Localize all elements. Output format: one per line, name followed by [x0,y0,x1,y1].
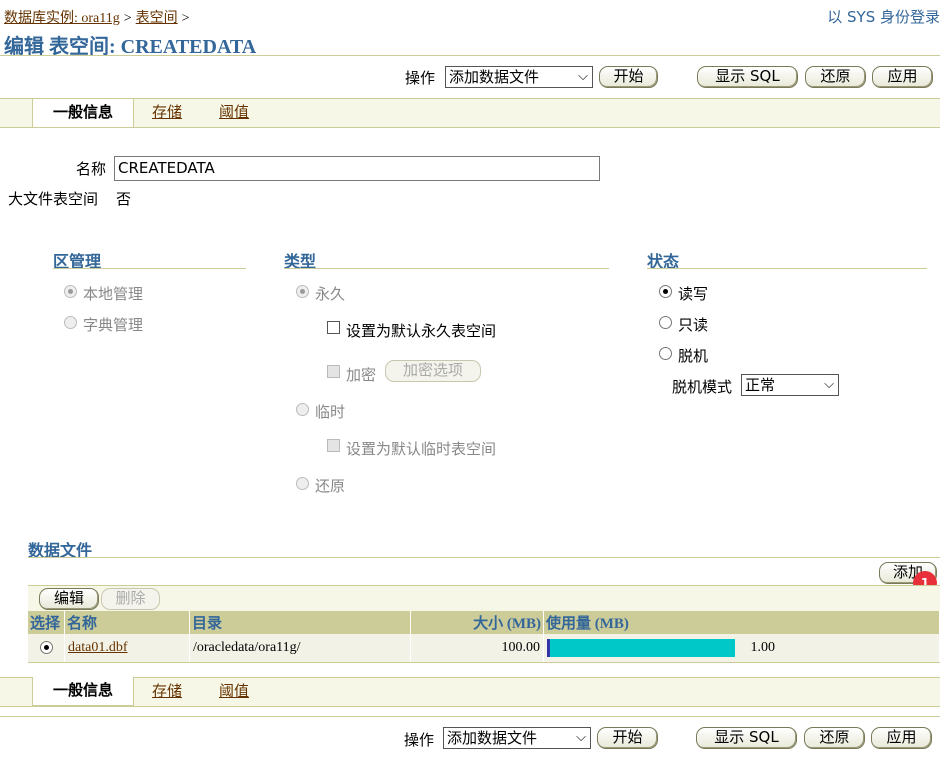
chevron-down-icon: ⌵ [578,69,588,84]
bottom-tab-general[interactable]: 一般信息 [32,677,134,706]
bottom-revert-button[interactable]: 还原 [804,727,865,749]
encrypt-checkbox[interactable] [327,365,340,378]
bottom-tab-bar: 一般信息 存储 阈值 [0,677,940,707]
section-divider [647,268,927,269]
encrypt-options-button[interactable]: 加密选项 [385,360,481,382]
bottom-divider [0,716,940,717]
usage-bar-fill [547,639,550,657]
column-usage: 使用量 (MB) [543,611,940,634]
breadcrumb-separator: > [181,11,190,26]
bigfile-label: 大文件表空间 [8,190,99,208]
show-sql-button[interactable]: 显示 SQL [697,66,798,88]
row-name-cell: data01.dbf [64,634,190,663]
dictionary-managed-label: 字典管理 [83,316,144,334]
column-size: 大小 (MB) [410,611,544,634]
bottom-show-sql-button[interactable]: 显示 SQL [696,727,797,749]
breadcrumb-tablespaces[interactable]: 表空间 [136,11,178,26]
default-temporary-label: 设置为默认临时表空间 [346,440,497,458]
local-managed-label: 本地管理 [83,285,144,303]
tab-storage[interactable]: 存储 [152,99,182,125]
edit-datafile-button[interactable]: 编辑 [39,588,99,610]
column-directory: 目录 [189,611,411,634]
breadcrumb: 数据库实例: ora11g > 表空间 > [4,7,194,27]
dictionary-managed-radio[interactable] [64,316,77,329]
offline-mode-value: 正常 [745,376,776,394]
breadcrumb-database-instance[interactable]: 数据库实例: ora11g [4,11,120,26]
permanent-label: 永久 [315,285,346,303]
temporary-radio[interactable] [296,403,309,416]
login-as-sys-link[interactable]: 以 SYS 身份登录 [827,6,940,27]
undo-label: 还原 [315,477,346,495]
row-usage-value: 1.00 [750,640,776,656]
title-divider [0,55,940,56]
bottom-action-select-value: 添加数据文件 [447,729,538,747]
row-size: 100.00 [410,634,544,663]
usage-bar [547,639,735,657]
row-directory: /oracledata/ora11g/ [189,634,411,663]
bottom-tab-storage[interactable]: 存储 [152,678,182,704]
datafiles-table-toolbar [28,585,940,612]
bottom-action-select[interactable]: 添加数据文件 ⌵ [443,727,591,749]
bottom-action-label: 操作 [404,731,435,749]
tab-threshold[interactable]: 阈值 [219,99,249,125]
read-write-label: 读写 [678,285,709,303]
delete-datafile-button[interactable]: 删除 [101,588,160,610]
chevron-down-icon: ⌵ [576,730,586,745]
encrypt-label: 加密 [346,366,377,384]
start-button[interactable]: 开始 [599,66,658,88]
offline-mode-label: 脱机模式 [672,378,733,396]
default-temporary-checkbox[interactable] [327,439,340,452]
row-select-cell [28,634,65,663]
bigfile-value: 否 [116,190,132,208]
apply-button[interactable]: 应用 [872,66,933,88]
temporary-label: 临时 [315,403,346,421]
local-managed-radio[interactable] [64,285,77,298]
read-only-label: 只读 [678,316,709,334]
breadcrumb-separator: > [123,11,132,26]
table-header-row: 选择 名称 目录 大小 (MB) 使用量 (MB) [28,611,940,634]
section-divider [53,268,246,269]
action-select-value: 添加数据文件 [449,68,540,86]
action-label: 操作 [405,69,436,87]
bottom-tab-threshold[interactable]: 阈值 [219,678,249,704]
offline-label: 脱机 [678,347,709,365]
permanent-radio[interactable] [296,285,309,298]
column-select: 选择 [28,611,65,634]
default-permanent-checkbox[interactable] [327,321,340,334]
tab-general[interactable]: 一般信息 [32,98,134,127]
tab-bar: 一般信息 存储 阈值 [0,98,940,128]
bottom-apply-button[interactable]: 应用 [871,727,932,749]
section-divider [284,268,609,269]
column-name: 名称 [64,611,190,634]
name-label: 名称 [76,160,107,178]
name-input[interactable]: CREATEDATA [114,156,600,181]
default-permanent-label: 设置为默认永久表空间 [346,322,497,340]
action-select[interactable]: 添加数据文件 ⌵ [445,66,593,88]
offline-radio[interactable] [659,347,672,360]
read-write-radio[interactable] [659,285,672,298]
row-select-radio[interactable] [39,641,53,655]
revert-button[interactable]: 还原 [805,66,866,88]
table-row: data01.dbf /oracledata/ora11g/ 100.00 1.… [28,634,940,663]
chevron-down-icon: ⌵ [824,377,834,392]
offline-mode-select[interactable]: 正常 ⌵ [741,374,839,396]
undo-radio[interactable] [296,477,309,490]
bottom-start-button[interactable]: 开始 [597,727,658,749]
section-divider [28,557,940,558]
datafiles-table: 选择 名称 目录 大小 (MB) 使用量 (MB) data01.dbf /or… [28,611,940,663]
datafile-name-link[interactable]: data01.dbf [68,640,127,655]
read-only-radio[interactable] [659,316,672,329]
row-usage-cell: 1.00 [543,634,940,663]
